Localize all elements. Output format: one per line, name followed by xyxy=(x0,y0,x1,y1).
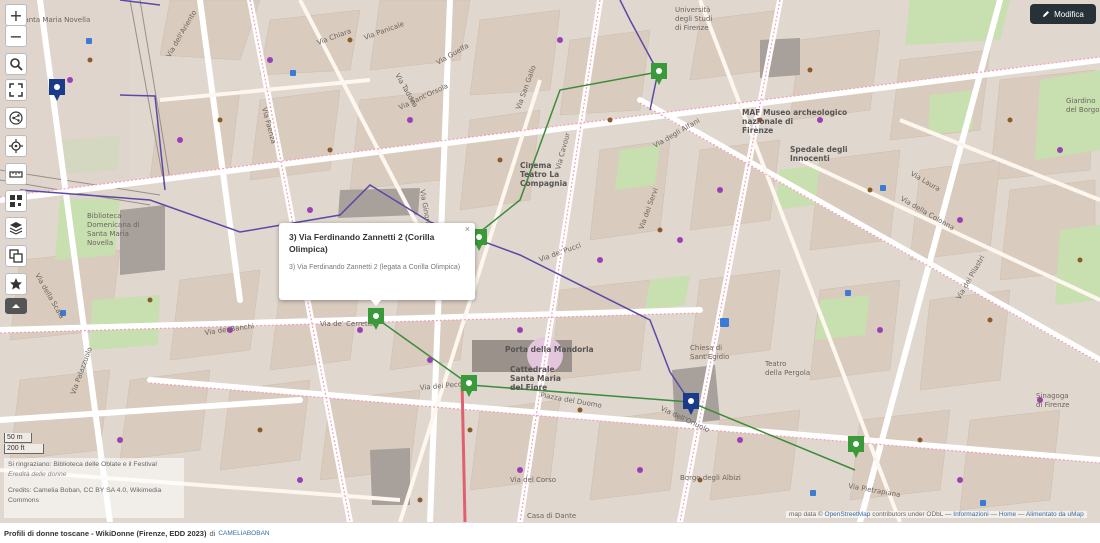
marker-green-4[interactable] xyxy=(847,435,865,459)
credits-line2: Credits: Camelia Boban, CC BY SA 4.0, Wi… xyxy=(8,487,162,504)
embed-button[interactable] xyxy=(5,190,27,212)
star-button[interactable] xyxy=(5,273,27,295)
fullscreen-button[interactable] xyxy=(5,79,27,101)
popup-tip xyxy=(370,299,382,306)
scale-metric: 50 m xyxy=(4,433,32,443)
attrib-home-link[interactable]: Home xyxy=(999,511,1016,518)
layers-icon xyxy=(9,222,23,235)
map-footer: Profili di donne toscane - WikiDonne (Fi… xyxy=(0,522,1100,543)
label-santa-maria-novella: Santa Maria Novella xyxy=(20,16,90,24)
zoom-out-button[interactable]: − xyxy=(5,25,27,47)
feature-popup: × 3) Via Ferdinando Zannetti 2 (Corilla … xyxy=(279,223,475,300)
edit-button-label: Modifica xyxy=(1054,9,1084,19)
attrib-dash: — xyxy=(990,511,998,518)
measure-icon xyxy=(9,171,23,178)
scale-imperial: 200 ft xyxy=(4,444,44,454)
attrib-info-link[interactable]: Informazioni xyxy=(953,511,988,518)
label-universita: Università degli Studi di Firenze xyxy=(675,6,712,32)
credits-line1: Si ringraziano: Biblioteca delle Oblate … xyxy=(8,461,157,468)
datalayers-button[interactable] xyxy=(5,245,27,267)
measure-button[interactable] xyxy=(5,163,27,185)
attrib-prefix: map data © xyxy=(789,511,823,518)
attrib-umap-link[interactable]: Alimentato da uMap xyxy=(1026,511,1084,518)
credits-line1-italic: Eredità delle donne xyxy=(8,471,67,478)
locate-button[interactable] xyxy=(5,135,27,157)
pencil-icon xyxy=(1043,11,1050,17)
label-borgo-degli-albizi: Borgo degli Albizi xyxy=(680,474,741,482)
popup-description: 3) Via Ferdinando Zannetti 2 (legata a C… xyxy=(289,264,461,271)
star-icon xyxy=(10,278,22,290)
attrib-osm-link[interactable]: OpenStreetMap xyxy=(825,511,871,518)
marker-green-active[interactable] xyxy=(367,307,385,331)
marker-blue-1[interactable] xyxy=(48,78,66,102)
marker-green-1[interactable] xyxy=(650,62,668,86)
share-icon xyxy=(9,111,23,125)
collapse-button[interactable] xyxy=(5,298,27,314)
attrib-dash: — xyxy=(1017,511,1025,518)
map-canvas[interactable]: Santa Maria Novella Via dell'Ariento Via… xyxy=(0,0,1100,522)
attrib-middle: contributors under ODbL — xyxy=(872,511,952,518)
embed-icon xyxy=(10,195,22,207)
search-icon xyxy=(10,58,23,71)
label-porta-della-mandorla: Porta della Mandorla xyxy=(505,345,594,354)
search-button[interactable] xyxy=(5,53,27,75)
basemap: Santa Maria Novella Via dell'Ariento Via… xyxy=(0,0,1100,522)
datalayers-icon xyxy=(9,249,23,263)
locate-icon xyxy=(9,139,23,153)
popup-close-button[interactable]: × xyxy=(465,224,470,234)
label-sinagoga: Sinagoga di Firenze xyxy=(1036,392,1070,409)
footer-by: di xyxy=(209,528,216,538)
layers-button[interactable] xyxy=(5,217,27,239)
label-casa-di-dante: Casa di Dante xyxy=(527,512,576,520)
collapse-icon xyxy=(12,304,20,308)
marker-blue-2[interactable] xyxy=(682,392,700,416)
map-title: Profili di donne toscane - WikiDonne (Fi… xyxy=(4,528,207,538)
credits-panel: Si ringraziano: Biblioteca delle Oblate … xyxy=(4,458,184,518)
marker-green-3[interactable] xyxy=(460,374,478,398)
share-button[interactable] xyxy=(5,107,27,129)
zoom-in-button[interactable]: + xyxy=(5,4,27,26)
fullscreen-icon xyxy=(9,83,23,97)
popup-title: 3) Via Ferdinando Zannetti 2 (Corilla Ol… xyxy=(289,232,435,254)
label-via-del-corso: Via del Corso xyxy=(510,476,556,484)
map-attribution: map data © OpenStreetMap contributors un… xyxy=(786,511,1087,518)
edit-button[interactable]: Modifica xyxy=(1030,4,1096,24)
author-link[interactable]: CAMELIABOBAN xyxy=(218,530,269,537)
label-giardino: Giardino del Borgo xyxy=(1066,97,1100,114)
